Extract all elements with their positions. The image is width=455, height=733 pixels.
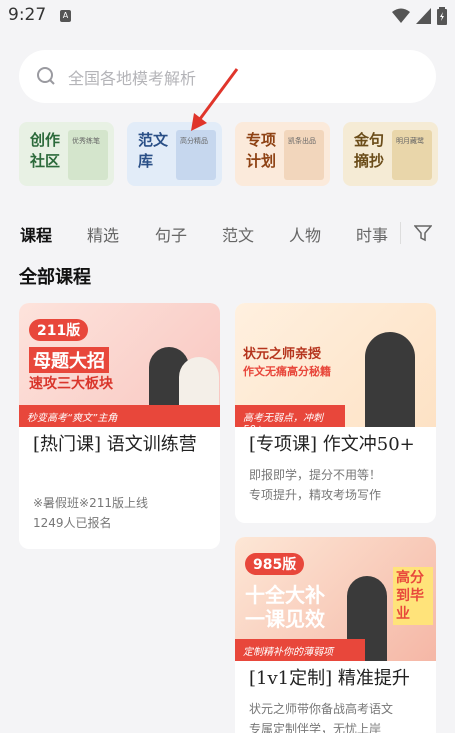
course-subtitle: ※暑假班※211版上线 — [33, 496, 149, 510]
strip-text: 定制精补你的薄弱项 — [243, 647, 333, 658]
course-title: [热门课] 语文训练营 — [33, 434, 197, 455]
book-icon: 优秀练笔 — [68, 130, 108, 180]
banner-stamp: 高分到毕业 — [393, 567, 433, 625]
filter-icon[interactable] — [414, 224, 432, 242]
category-tabs: 课程 精选 句子 范文 人物 时事 — [0, 218, 455, 248]
course-subtitle: 状元之师带你备战高考语文 — [249, 702, 394, 716]
book-label: 高分精品 — [180, 137, 208, 145]
tab-essays[interactable]: 范文 — [222, 222, 254, 246]
strip-text: 秒变高考“爽文”主角 — [27, 413, 118, 424]
book-icon: 凯条出品 — [284, 130, 324, 180]
category-label: 库 — [138, 152, 154, 170]
course-card[interactable]: 985版 十全大补 一课见效 高分到毕业 定制精补你的薄弱项 [1v1定制] 精… — [235, 537, 436, 733]
banner-subheadline: 一课见效 — [245, 607, 325, 631]
category-quotes[interactable]: 金句摘抄 明月藏鹭 — [343, 122, 438, 186]
course-banner: 985版 十全大补 一课见效 高分到毕业 定制精补你的薄弱项 — [235, 537, 436, 661]
course-title: [1v1定制] 精准提升 — [249, 668, 410, 689]
annotation-arrow-icon — [191, 68, 239, 131]
tab-people[interactable]: 人物 — [289, 222, 321, 246]
book-label: 优秀练笔 — [72, 137, 100, 145]
search-icon — [37, 67, 55, 85]
book-icon: 高分精品 — [176, 130, 216, 180]
wifi-icon — [392, 8, 410, 23]
category-label: 专项 — [246, 131, 277, 149]
status-time: 9:27 — [8, 5, 47, 25]
banner-strip: 秒变高考“爽文”主角 — [19, 405, 220, 427]
course-subtitle-2: 专属定制伴学，无忧上岸 — [249, 722, 382, 733]
category-label: 创作 — [30, 131, 61, 149]
course-card[interactable]: 状元之师亲授 作文无痛高分秘籍 高考无弱点，冲刺 50+ [专项课] 作文冲50… — [235, 303, 436, 523]
banner-subheadline: 速攻三大板块 — [29, 376, 113, 392]
course-subtitle-2: 专项提升，精攻考场写作 — [249, 488, 382, 502]
book-label: 明月藏鹭 — [396, 137, 424, 145]
strip-text: 高考无弱点，冲刺 50+ — [243, 413, 323, 427]
banner-strip: 高考无弱点，冲刺 50+ — [235, 405, 345, 427]
course-enrolled: 1249人已报名 — [33, 516, 112, 530]
section-title: 全部课程 — [19, 267, 91, 288]
notification-icon: A — [60, 10, 71, 22]
category-creation-community[interactable]: 创作社区 优秀练笔 — [19, 122, 114, 186]
battery-icon — [437, 7, 447, 25]
status-bar: 9:27 A — [0, 0, 455, 32]
tab-current-affairs[interactable]: 时事 — [356, 222, 388, 246]
course-banner: 211版 母题大招 速攻三大板块 秒变高考“爽文”主角 — [19, 303, 220, 427]
version-badge: 211版 — [29, 319, 89, 341]
banner-headline: 状元之师亲授 — [243, 347, 322, 362]
banner-subheadline: 作文无痛高分秘籍 — [243, 365, 331, 378]
tab-divider — [400, 222, 401, 244]
course-title: [专项课] 作文冲50+ — [249, 434, 415, 455]
category-label: 社区 — [30, 152, 61, 170]
status-icons — [392, 7, 447, 25]
book-icon: 明月藏鹭 — [392, 130, 432, 180]
category-label: 范文 — [138, 131, 169, 149]
course-card[interactable]: 211版 母题大招 速攻三大板块 秒变高考“爽文”主角 [热门课] 语文训练营 … — [19, 303, 220, 549]
course-subtitle: 即报即学，提分不用等！ — [249, 468, 382, 482]
teacher-photo — [365, 332, 415, 427]
search-input[interactable]: 全国各地模考解析 — [68, 65, 196, 89]
category-special-plan[interactable]: 专项计划 凯条出品 — [235, 122, 330, 186]
tab-sentences[interactable]: 句子 — [155, 222, 187, 246]
banner-strip: 定制精补你的薄弱项 — [235, 639, 365, 661]
category-label: 摘抄 — [354, 152, 385, 170]
category-label: 金句 — [354, 131, 385, 149]
course-banner: 状元之师亲授 作文无痛高分秘籍 高考无弱点，冲刺 50+ — [235, 303, 436, 427]
signal-icon — [416, 8, 431, 24]
version-badge: 985版 — [245, 553, 305, 575]
tab-courses[interactable]: 课程 — [20, 222, 52, 246]
book-label: 凯条出品 — [288, 137, 316, 145]
tab-featured[interactable]: 精选 — [87, 222, 119, 246]
category-label: 计划 — [246, 152, 277, 170]
banner-headline: 母题大招 — [29, 347, 109, 373]
